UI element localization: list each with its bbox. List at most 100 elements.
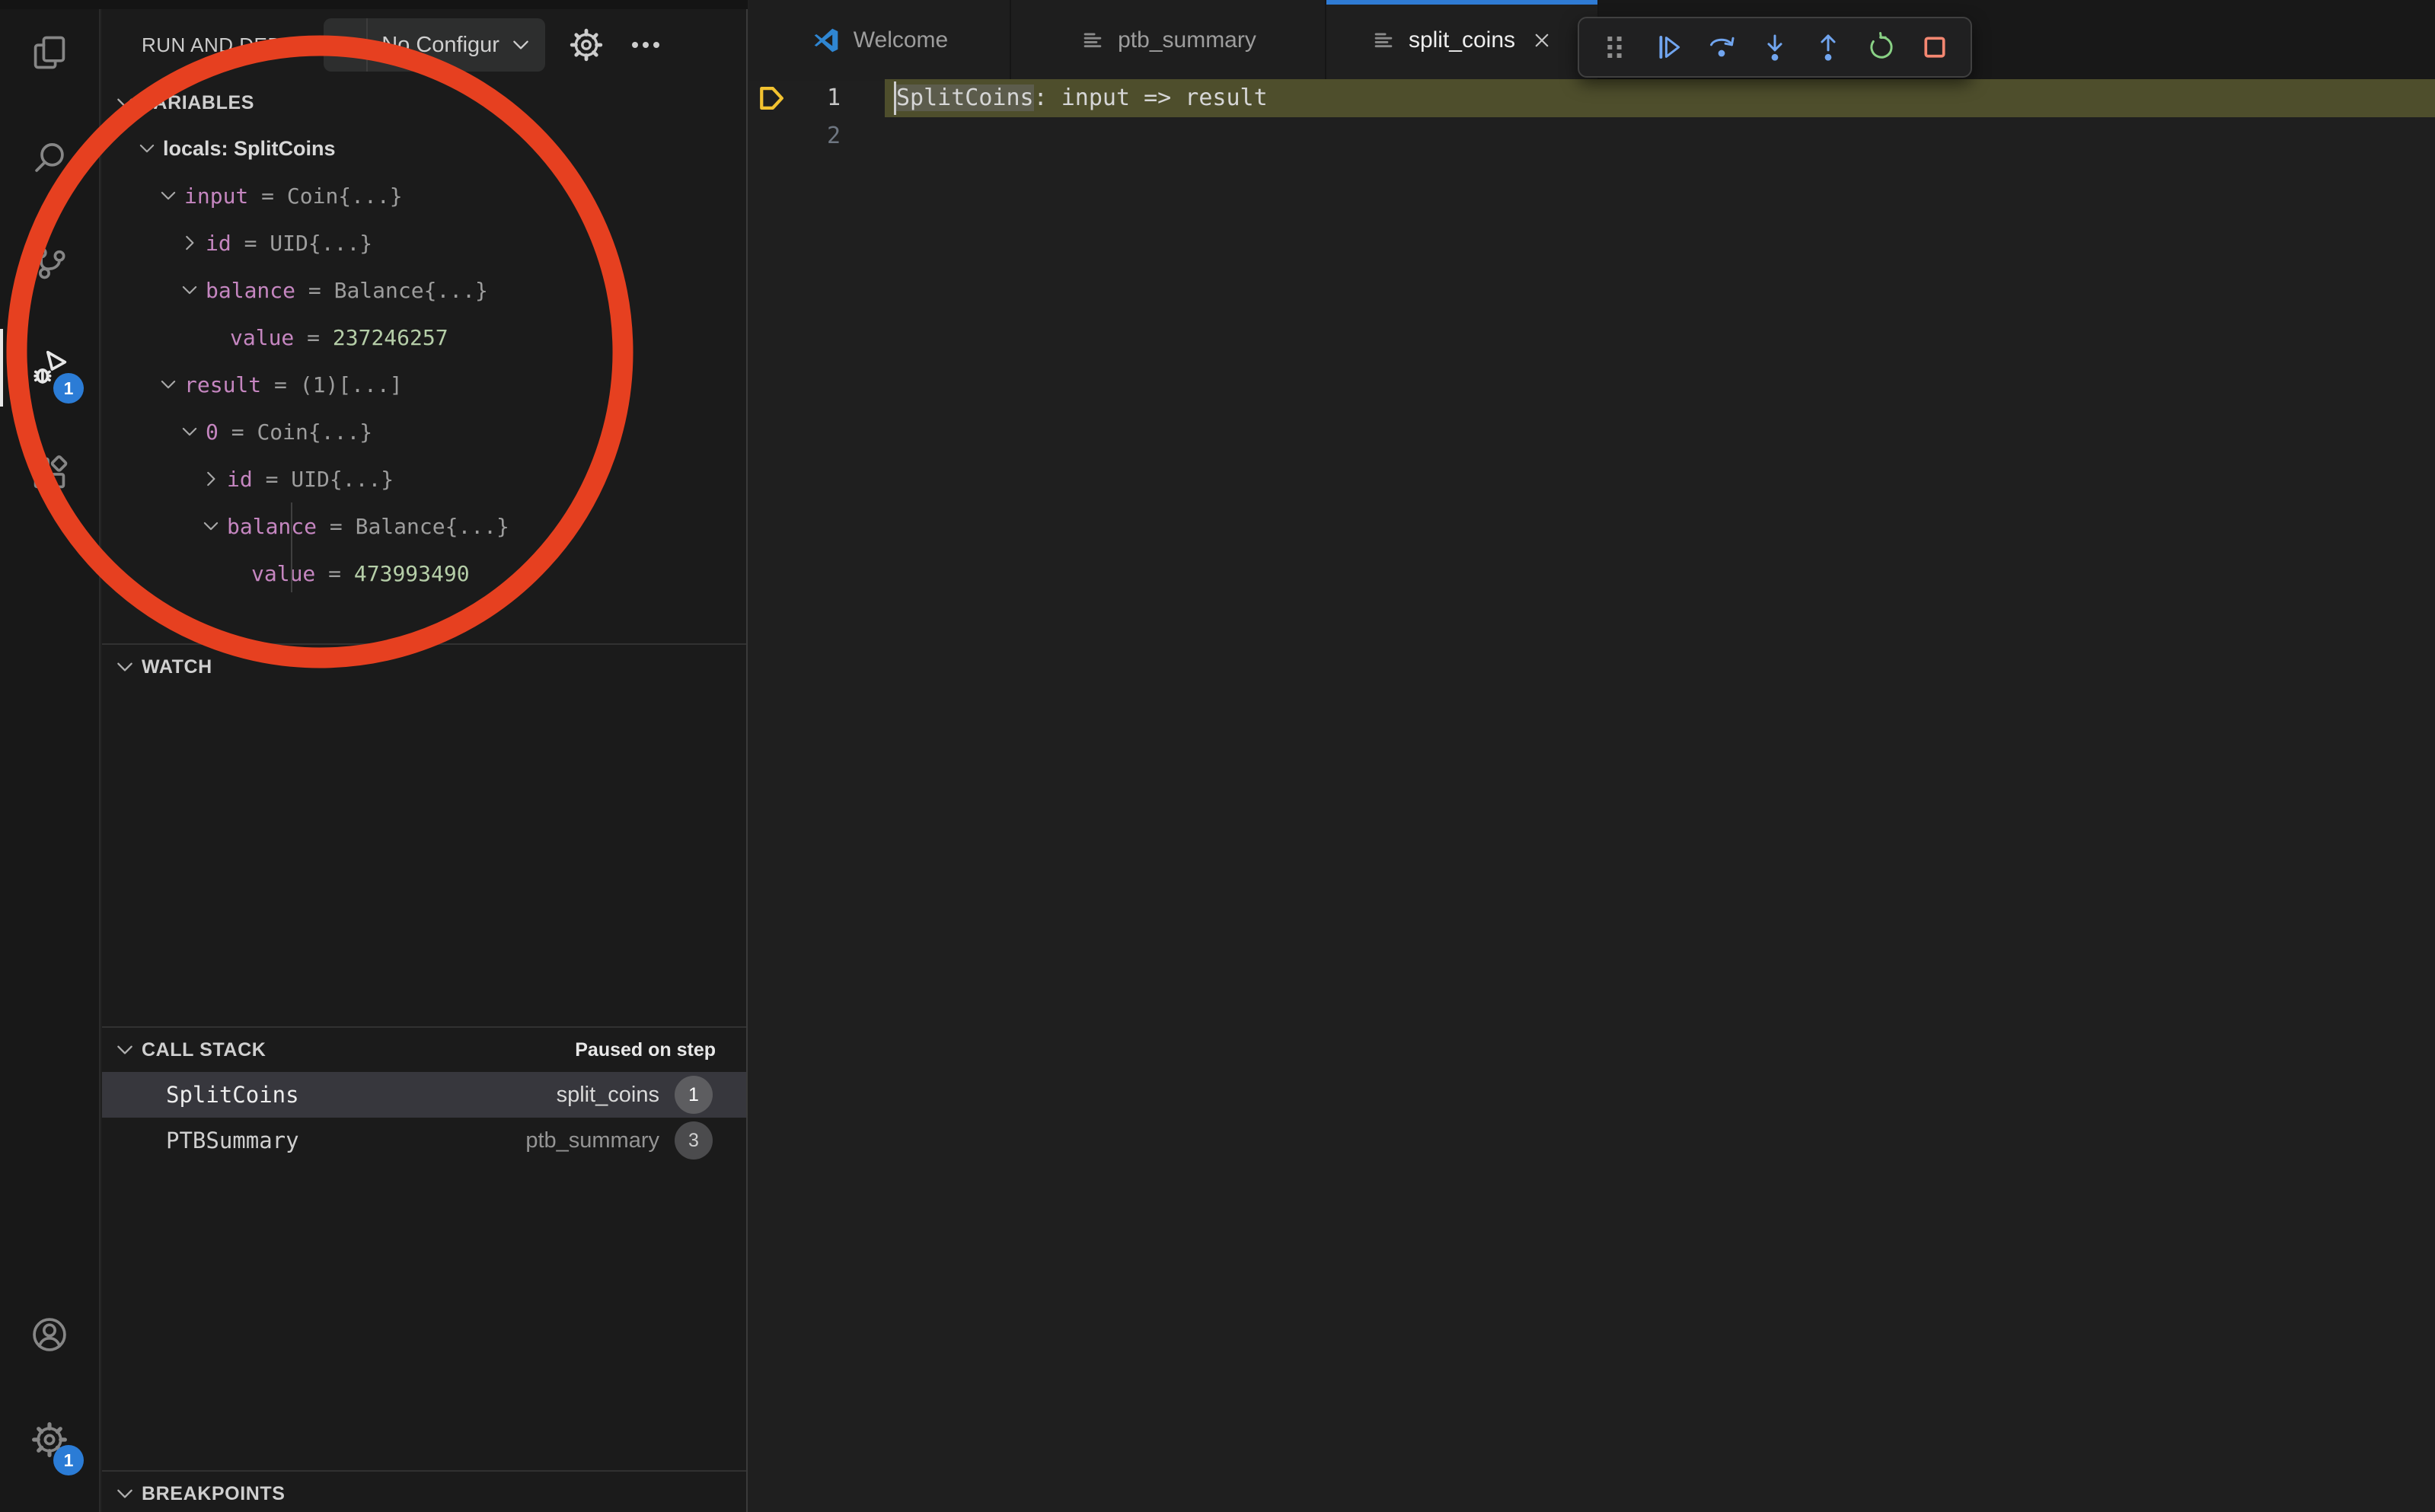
drag-handle[interactable] <box>1588 23 1642 72</box>
sidebar-title: RUN AND DEBUG <box>142 33 311 57</box>
breakpoints-section: BREAKPOINTS <box>102 1470 746 1512</box>
variable-row-result[interactable]: result = (1)[...] <box>102 361 746 408</box>
call-stack-section-header[interactable]: CALL STACK Paused on step <box>102 1028 746 1072</box>
activity-bar-item-search[interactable] <box>0 105 99 210</box>
more-actions-icon[interactable] <box>627 27 664 63</box>
watch-section-label: WATCH <box>142 656 212 678</box>
debug-pause-status: Paused on step <box>575 1039 716 1061</box>
chevron-down-icon[interactable] <box>178 420 201 443</box>
tab-label: split_coins <box>1409 27 1515 53</box>
list-icon <box>1080 27 1106 53</box>
variable-row-input[interactable]: input = Coin{...} <box>102 172 746 219</box>
tab-label: Welcome <box>854 27 948 53</box>
step-out-button[interactable] <box>1802 23 1855 72</box>
breakpoints-section-label: BREAKPOINTS <box>142 1483 286 1505</box>
text-cursor <box>894 81 896 115</box>
close-icon[interactable] <box>1530 29 1553 52</box>
chevron-down-icon[interactable] <box>136 137 158 160</box>
activity-bar-item-run-and-debug[interactable]: 1 <box>0 315 99 420</box>
window-top-strip <box>0 0 748 9</box>
equals-sign: = <box>317 514 356 539</box>
variable-text: value = 473993490 <box>251 561 470 586</box>
restart-icon <box>1865 31 1897 63</box>
code-text: SplitCoins: input => result <box>896 79 1268 117</box>
chevron-down-icon <box>113 1038 137 1062</box>
debug-config-dropdown[interactable]: No Configur <box>324 18 545 72</box>
variable-name: balance <box>227 514 317 539</box>
variable-name: balance <box>206 278 295 303</box>
debug-config-label: No Configur <box>368 33 509 58</box>
variable-text: id = UID{...} <box>227 467 394 492</box>
search-icon <box>30 138 69 177</box>
variable-value: Balance{...} <box>334 278 488 303</box>
chevron-down-icon <box>113 91 137 115</box>
variables-section-label: VARIABLES <box>142 92 254 114</box>
activity-bar-item-settings[interactable]: 1 <box>0 1387 99 1492</box>
activity-bar-item-extensions[interactable] <box>0 420 99 525</box>
chevron-down-icon[interactable] <box>157 373 180 396</box>
activity-bar-item-source-control[interactable] <box>0 210 99 315</box>
variable-row-0[interactable]: 0 = Coin{...} <box>102 408 746 455</box>
equals-sign: = <box>295 278 334 303</box>
restart-button[interactable] <box>1855 23 1908 72</box>
vscode-window: 1 1 RUN AND DEBUG No Configur VARIABLES … <box>0 0 2435 1512</box>
start-debug-button[interactable] <box>324 18 368 72</box>
chevron-down-icon[interactable] <box>157 184 180 207</box>
watch-section-header[interactable]: WATCH <box>102 645 746 689</box>
variable-value: UID{...} <box>291 467 394 492</box>
extensions-icon <box>30 453 69 493</box>
variable-value: 237246257 <box>333 325 448 350</box>
variable-value: UID{...} <box>270 231 372 256</box>
tab-label: ptb_summary <box>1118 27 1256 53</box>
variables-section-header[interactable]: VARIABLES <box>102 81 746 125</box>
grip-icon <box>1599 31 1631 63</box>
tab-split_coins[interactable]: split_coins <box>1326 0 1599 81</box>
line-number: 2 <box>749 117 841 155</box>
variable-row-id[interactable]: id = UID{...} <box>102 219 746 266</box>
continue-button[interactable] <box>1642 23 1695 72</box>
call-stack-section-label: CALL STACK <box>142 1039 266 1061</box>
chevron-right-icon[interactable] <box>199 467 222 490</box>
play-icon <box>332 32 358 58</box>
variable-row-balance[interactable]: balance = Balance{...} <box>102 502 746 550</box>
variable-value: 473993490 <box>354 561 470 586</box>
activity-bar-item-explorer[interactable] <box>0 0 99 105</box>
chevron-down-icon[interactable] <box>178 279 201 301</box>
vscode-logo-icon <box>811 25 841 56</box>
call-stack-section: CALL STACK Paused on step SplitCoinsspli… <box>102 1026 746 1470</box>
equals-sign: = <box>315 561 354 586</box>
variable-row-balance[interactable]: balance = Balance{...} <box>102 266 746 314</box>
stop-button[interactable] <box>1908 23 1961 72</box>
tab-Welcome[interactable]: Welcome <box>749 0 1011 81</box>
code-line-2[interactable]: 2 <box>749 117 2435 155</box>
variable-name: value <box>230 325 294 350</box>
call-stack-frame-SplitCoins[interactable]: SplitCoinssplit_coins1 <box>102 1072 746 1118</box>
code-line-1[interactable]: 1SplitCoins: input => result <box>749 79 2435 117</box>
code-editor[interactable]: 1SplitCoins: input => result2 <box>749 81 2435 1512</box>
debug-toolbar <box>1578 17 1972 78</box>
step-into-button[interactable] <box>1748 23 1802 72</box>
frame-line-badge: 3 <box>675 1121 713 1160</box>
equals-sign: = <box>253 467 292 492</box>
run-and-debug-badge: 1 <box>53 373 84 404</box>
breakpoints-section-header[interactable]: BREAKPOINTS <box>102 1472 746 1512</box>
gear-icon[interactable] <box>568 27 605 63</box>
stop-icon <box>1919 31 1951 63</box>
step-out-icon <box>1812 31 1844 63</box>
chevron-down-icon[interactable] <box>199 515 222 537</box>
step-into-icon <box>1759 31 1791 63</box>
variable-name: 0 <box>206 419 219 445</box>
variable-row-id[interactable]: id = UID{...} <box>102 455 746 502</box>
chevron-down-icon <box>509 33 545 57</box>
tab-ptb_summary[interactable]: ptb_summary <box>1011 0 1326 81</box>
step-over-button[interactable] <box>1695 23 1748 72</box>
variable-text: value = 237246257 <box>230 325 448 350</box>
variables-scope-row[interactable]: locals: SplitCoins <box>102 125 746 172</box>
call-stack-frame-PTBSummary[interactable]: PTBSummaryptb_summary3 <box>102 1118 746 1163</box>
variable-row-value[interactable]: value = 237246257 <box>102 314 746 361</box>
activity-bar-item-accounts[interactable] <box>0 1282 99 1387</box>
chevron-right-icon[interactable] <box>178 231 201 254</box>
variable-text: input = Coin{...} <box>184 183 403 209</box>
variable-row-value[interactable]: value = 473993490 <box>102 550 746 597</box>
files-icon <box>30 33 69 72</box>
